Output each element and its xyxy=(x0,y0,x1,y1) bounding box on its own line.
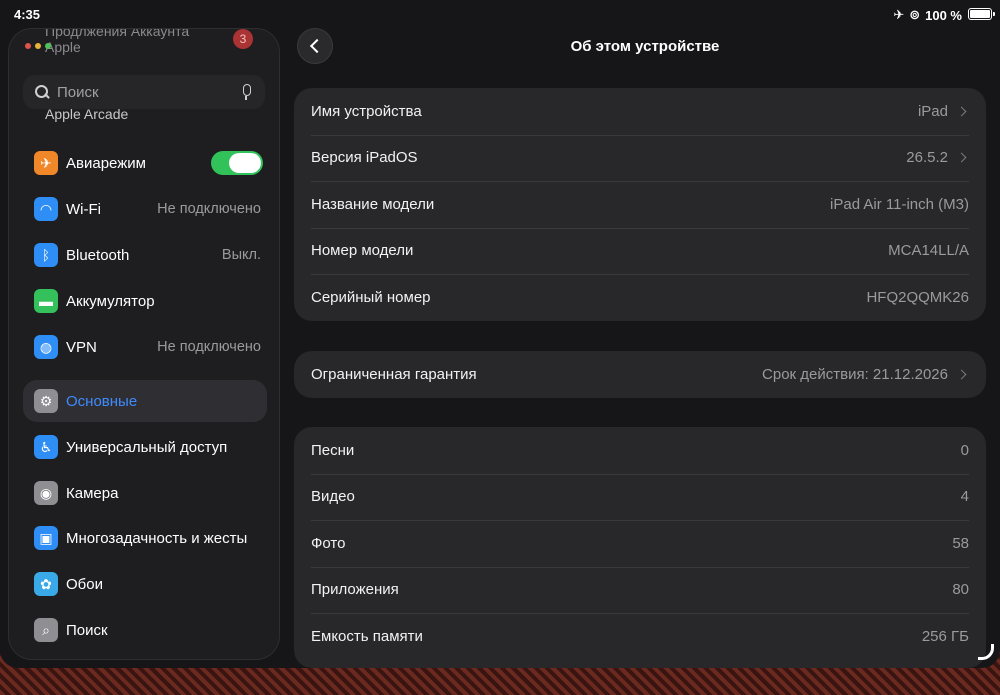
settings-row: Фото 58 xyxy=(294,520,986,567)
sidebar-item[interactable]: ▣ Многозадачность и жесты xyxy=(23,517,267,559)
sidebar-item-value: Выкл. xyxy=(221,247,261,263)
sidebar-item-value: Не подключено xyxy=(157,339,261,355)
settings-row: Серийный номер HFQ2QQMK26 xyxy=(294,274,986,321)
sidebar-item-value: Не подключено xyxy=(157,201,261,217)
settings-row: Номер модели MCA14LL/A xyxy=(294,227,986,275)
row-value: iPad Air 11-inch (M3) xyxy=(830,195,969,213)
search-placeholder: Поиск xyxy=(57,83,99,101)
sidebar-item[interactable]: ▬ Аккумулятор xyxy=(23,280,267,322)
sidebar-item-label: Универсальный доступ xyxy=(66,438,228,456)
bluetooth-icon: ᛒ xyxy=(34,243,58,267)
notification-badge: 3 xyxy=(233,29,253,49)
sidebar-item-label: Wi-Fi xyxy=(66,200,101,218)
sidebar-item-label: VPN xyxy=(66,338,97,356)
settings-row[interactable]: Имя устройства iPad xyxy=(294,88,986,135)
back-button[interactable] xyxy=(297,28,333,64)
microphone-icon[interactable] xyxy=(241,84,251,100)
settings-row[interactable]: Ограниченная гарантия Срок действия: 21.1… xyxy=(294,351,986,398)
sidebar-item[interactable]: ◉ Камера xyxy=(23,472,267,514)
airplane-mode-status-icon: ✈ xyxy=(893,7,905,22)
multitasking-icon: ▣ xyxy=(34,526,58,550)
sidebar-item-label: Основные xyxy=(66,392,138,410)
row-value: 58 xyxy=(952,534,969,552)
row-value: iPad xyxy=(917,102,948,120)
settings-row[interactable]: Версия iPadOS 26.5.2 xyxy=(294,134,986,182)
sidebar-item-label: Камера xyxy=(66,484,119,502)
row-label: Серийный номер xyxy=(311,288,431,306)
row-value: 80 xyxy=(952,581,969,599)
sidebar-item-label: Авиарежим xyxy=(66,154,146,172)
sidebar-item-label: Аккумулятор xyxy=(66,292,155,310)
scrolled-item-arcade: Apple Arcade xyxy=(45,106,129,122)
search-icon: ⌕ xyxy=(34,618,58,642)
sidebar-item[interactable]: ◠ Wi-Fi Не подключено xyxy=(23,188,267,230)
battery-icon: ▬ xyxy=(34,289,58,313)
sidebar-item[interactable]: ♿ Универсальный доступ xyxy=(23,426,267,468)
settings-row: Приложения 80 xyxy=(294,566,986,614)
chevron-right-icon xyxy=(956,106,967,117)
row-label: Приложения xyxy=(311,581,399,599)
status-time: 4:35 xyxy=(14,7,41,22)
row-label: Версия iPadOS xyxy=(311,149,418,167)
row-label: Песни xyxy=(311,441,355,459)
vpn-globe-icon: ◍ xyxy=(34,335,58,359)
sidebar-item-label: Обои xyxy=(66,575,103,593)
sidebar-item[interactable]: ◍ VPN Не подключено xyxy=(23,326,267,368)
row-label: Фото xyxy=(311,534,346,552)
row-value: 4 xyxy=(960,488,969,506)
sidebar-item-label: Многозадачность и жесты xyxy=(66,529,248,547)
chevron-right-icon xyxy=(956,369,967,380)
warranty-group: Ограниченная гарантия Срок действия: 21.1… xyxy=(294,351,986,398)
page-title: Об этом устройстве xyxy=(570,38,720,55)
sidebar-item-label: Bluetooth xyxy=(66,246,130,264)
row-label: Имя устройства xyxy=(311,102,422,120)
chevron-right-icon xyxy=(956,152,967,163)
scrolled-item-label: Продлжения Аккаунта xyxy=(45,28,190,39)
row-label: Видео xyxy=(311,488,355,506)
wallpaper-flower-icon: ✿ xyxy=(34,572,58,596)
airplane-mode-toggle[interactable] xyxy=(211,151,263,175)
wifi-icon: ◠ xyxy=(34,197,58,221)
row-value: 0 xyxy=(960,441,969,459)
device-info-group: Имя устройства iPad Версия iPadOS 26.5.2 Наз… xyxy=(294,88,986,321)
settings-row: Емкость памяти 256 ГБ xyxy=(294,613,986,660)
minimize-dot-icon[interactable] xyxy=(35,43,41,49)
row-value: 26.5.2 xyxy=(906,149,948,167)
settings-row: Видео 4 xyxy=(294,473,986,521)
row-value: MCA14LL/A xyxy=(888,242,969,260)
airplane-icon: ✈ xyxy=(34,151,58,175)
settings-row: Название модели iPad Air 11-inch (M3) xyxy=(294,181,986,228)
search-field[interactable]: Поиск xyxy=(23,75,265,109)
close-dot-icon[interactable] xyxy=(25,43,31,49)
zoom-dot-icon[interactable] xyxy=(45,43,51,49)
search-icon xyxy=(35,85,49,99)
sidebar-item[interactable]: ✿ Обои xyxy=(23,563,267,605)
sidebar-item[interactable]: ⚙ Основные xyxy=(23,380,267,422)
row-value: HFQ2QQMK26 xyxy=(866,288,969,306)
gear-icon: ⚙ xyxy=(34,389,58,413)
settings-window: 4:35 ✈ ⊚ 100 % Продлжения Аккаунта Apple… xyxy=(0,0,1000,668)
chevron-left-icon xyxy=(309,38,325,54)
sidebar-item-label: Поиск xyxy=(66,621,108,639)
row-label: Ограниченная гарантия xyxy=(311,365,477,383)
battery-status-icon xyxy=(968,8,995,20)
row-value: 256 ГБ xyxy=(921,627,969,645)
settings-row: Песни 0 xyxy=(294,427,986,474)
row-label: Емкость памяти xyxy=(311,627,423,645)
sidebar-item[interactable]: ✈ Авиарежим xyxy=(23,142,267,184)
media-stats-group: Песни 0 Видео 4 Фото 58 Приложения 80 Емкость па… xyxy=(294,427,986,668)
row-label: Номер модели xyxy=(311,242,414,260)
orientation-lock-icon: ⊚ xyxy=(909,7,921,22)
accessibility-icon: ♿ xyxy=(34,435,58,459)
status-bar: 4:35 ✈ ⊚ 100 % xyxy=(0,0,1000,28)
row-label: Название модели xyxy=(311,195,435,213)
row-value: Срок действия: 21.12.2026 xyxy=(762,365,948,383)
battery-percent: 100 % xyxy=(925,7,962,23)
sidebar-item[interactable]: ⌕ Поиск xyxy=(23,609,267,651)
sidebar-item[interactable]: ᛒ Bluetooth Выкл. xyxy=(23,234,267,276)
sidebar: Продлжения Аккаунта Apple 3 Поиск Apple … xyxy=(8,28,280,660)
camera-icon: ◉ xyxy=(34,481,58,505)
window-controls[interactable] xyxy=(25,43,51,49)
